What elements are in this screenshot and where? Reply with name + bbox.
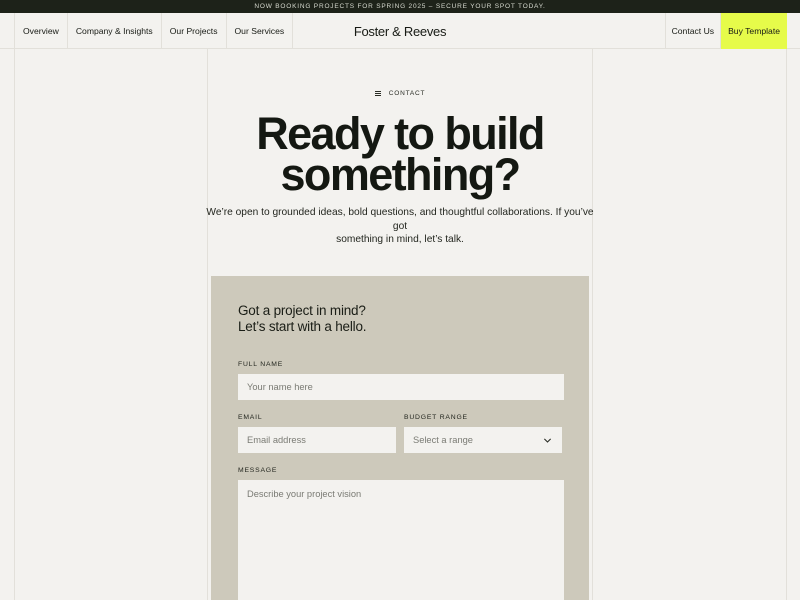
nav-right-group: Contact Us Buy Template (664, 13, 787, 49)
nav-link-company-insights[interactable]: Company & Insights (68, 13, 162, 49)
email-placeholder: Email address (247, 435, 306, 445)
message-placeholder: Describe your project vision (247, 489, 362, 499)
form-heading: Got a project in mind? Let’s start with … (238, 303, 367, 335)
brand-logo[interactable]: Foster & Reeves (340, 13, 460, 49)
budget-selected-value: Select a range (413, 435, 473, 445)
intro-line-2: something in mind, let’s talk. (336, 234, 464, 245)
full-name-input[interactable]: Your name here (238, 374, 564, 400)
contact-us-link[interactable]: Contact Us (666, 13, 722, 49)
chevron-down-icon (543, 438, 552, 443)
section-eyebrow: CONTACT (0, 90, 800, 97)
eyebrow-label: CONTACT (388, 90, 426, 97)
intro-line-1: We’re open to grounded ideas, bold quest… (206, 207, 594, 232)
budget-range-label: BUDGET RANGE (404, 414, 468, 421)
nav-left-group: Overview Company & Insights Our Projects… (14, 13, 294, 49)
page-title: Ready to build something? (0, 111, 800, 197)
contact-form: Got a project in mind? Let’s start with … (211, 276, 589, 600)
message-label: MESSAGE (238, 467, 278, 474)
form-heading-line-1: Got a project in mind? (238, 303, 366, 318)
nav-link-our-services[interactable]: Our Services (227, 13, 294, 49)
buy-template-button[interactable]: Buy Template (721, 13, 787, 49)
headline-line-2: something? (280, 149, 522, 200)
full-name-label: FULL NAME (238, 361, 284, 368)
form-heading-line-2: Let’s start with a hello. (238, 319, 367, 334)
email-label: EMAIL (238, 414, 263, 421)
email-input[interactable]: Email address (238, 427, 396, 453)
full-name-placeholder: Your name here (247, 382, 313, 392)
nav-link-our-projects[interactable]: Our Projects (162, 13, 227, 49)
budget-range-select[interactable]: Select a range (404, 427, 562, 453)
nav-link-overview[interactable]: Overview (15, 13, 68, 49)
intro-text: We’re open to grounded ideas, bold quest… (200, 206, 600, 247)
lines-icon (374, 91, 381, 96)
message-textarea[interactable]: Describe your project vision (238, 480, 564, 600)
announcement-text: NOW BOOKING PROJECTS FOR SPRING 2025 – S… (254, 3, 546, 10)
announcement-bar: NOW BOOKING PROJECTS FOR SPRING 2025 – S… (0, 0, 800, 13)
top-navigation: Overview Company & Insights Our Projects… (0, 13, 800, 49)
